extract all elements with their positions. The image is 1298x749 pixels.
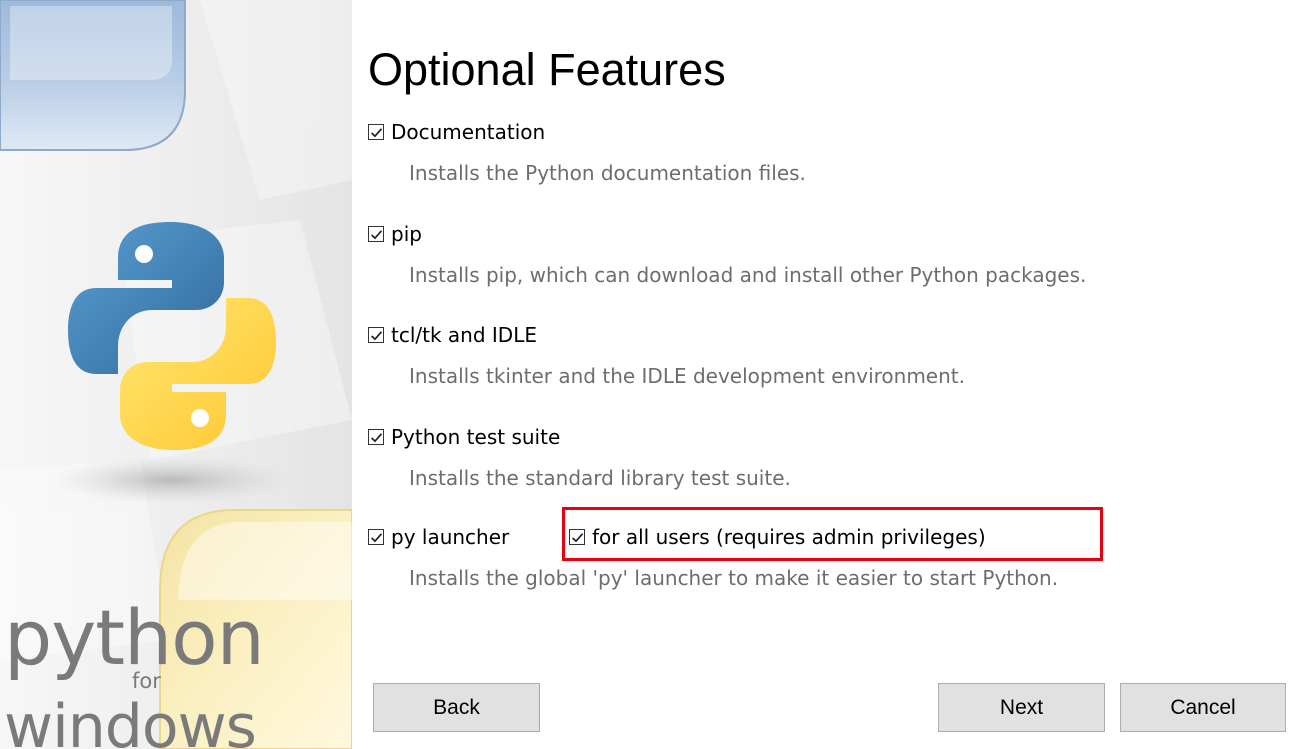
- brand-windows: windows: [4, 692, 257, 749]
- documentation-label: Documentation: [391, 120, 546, 144]
- py-launcher-label: py launcher: [391, 525, 510, 549]
- optional-features-panel: Optional Features Documentation Installs…: [352, 0, 1298, 749]
- test-suite-description: Installs the standard library test suite…: [409, 466, 791, 490]
- pip-label: pip: [391, 222, 422, 246]
- installer-banner: python for windows: [0, 0, 352, 749]
- tcltk-description: Installs tkinter and the IDLE developmen…: [409, 364, 965, 388]
- checkbox-checked-icon[interactable]: [368, 327, 384, 343]
- cancel-button[interactable]: Cancel: [1120, 683, 1286, 732]
- tcltk-checkbox-row[interactable]: tcl/tk and IDLE: [368, 321, 537, 349]
- pip-description: Installs pip, which can download and ins…: [409, 263, 1087, 287]
- checkbox-checked-icon[interactable]: [368, 429, 384, 445]
- checkbox-checked-icon[interactable]: [569, 529, 585, 545]
- pip-checkbox-row[interactable]: pip: [368, 220, 422, 248]
- python-for-windows-wordmark: python for windows: [4, 593, 304, 749]
- checkbox-checked-icon[interactable]: [368, 529, 384, 545]
- checkbox-checked-icon[interactable]: [368, 124, 384, 140]
- checkbox-checked-icon[interactable]: [368, 226, 384, 242]
- tcltk-label: tcl/tk and IDLE: [391, 323, 537, 347]
- for-all-users-checkbox-row[interactable]: for all users (requires admin privileges…: [569, 523, 986, 551]
- test-suite-checkbox-row[interactable]: Python test suite: [368, 423, 560, 451]
- documentation-checkbox-row[interactable]: Documentation: [368, 118, 545, 146]
- for-all-users-label: for all users (requires admin privileges…: [592, 525, 986, 549]
- page-title: Optional Features: [368, 44, 726, 95]
- brand-python: python: [4, 593, 265, 682]
- back-button[interactable]: Back: [373, 683, 540, 732]
- documentation-description: Installs the Python documentation files.: [409, 161, 806, 185]
- test-suite-label: Python test suite: [391, 425, 561, 449]
- py-launcher-description: Installs the global 'py' launcher to mak…: [409, 566, 1059, 590]
- next-button[interactable]: Next: [938, 683, 1105, 732]
- brand-for: for: [132, 669, 161, 693]
- py-launcher-checkbox-row[interactable]: py launcher: [368, 523, 509, 551]
